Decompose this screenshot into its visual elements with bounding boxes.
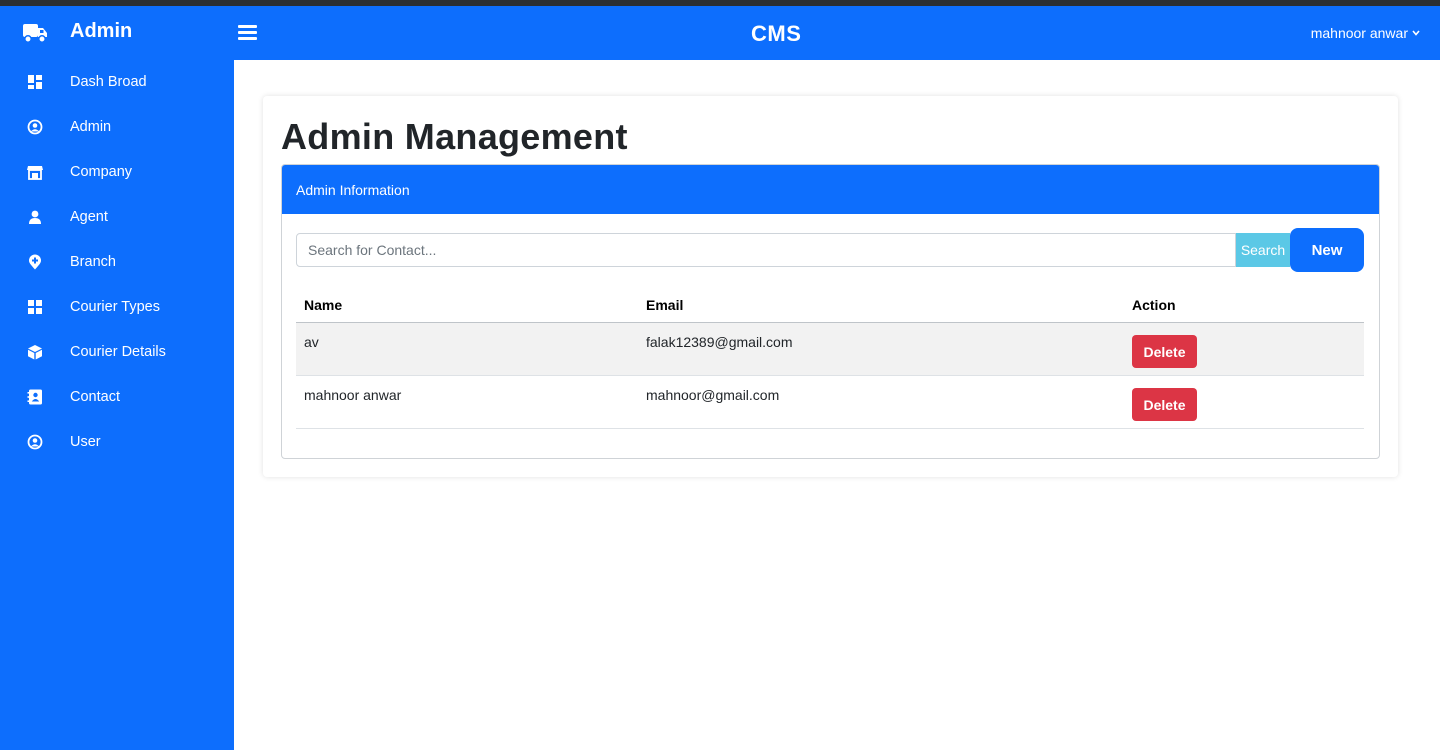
truck-icon [23, 24, 47, 43]
search-input[interactable] [296, 233, 1236, 267]
brand-name: Admin [70, 20, 133, 42]
page-title: Admin Management [281, 116, 628, 157]
main-card: Admin Management Admin Information Searc… [263, 96, 1398, 477]
sidebar: Admin Dash Broad Admin Company Agent Bra… [0, 6, 234, 750]
sidebar-item-label: Branch [70, 254, 116, 270]
cell-name: mahnoor anwar [304, 387, 402, 403]
table-row: av falak12389@gmail.com Delete [296, 323, 1364, 376]
column-header-name: Name [304, 297, 343, 313]
chevron-down-icon [1412, 30, 1420, 36]
sidebar-item-courier-types[interactable]: Courier Types [0, 285, 234, 330]
hamburger-menu-icon[interactable] [238, 25, 257, 40]
user-circle-icon [27, 119, 43, 135]
grid-icon [28, 300, 42, 314]
map-pin-plus-icon [29, 254, 41, 270]
app-title: CMS [751, 21, 802, 46]
user-menu[interactable]: mahnoor anwar [1311, 25, 1420, 41]
sidebar-item-label: User [70, 434, 101, 450]
store-icon [27, 166, 43, 180]
sidebar-item-label: Courier Details [70, 344, 166, 360]
sidebar-item-label: Dash Broad [70, 74, 147, 90]
admin-table: Name Email Action av falak12389@gmail.co… [296, 286, 1364, 429]
user-circle-icon [27, 434, 43, 450]
panel-header: Admin Information [282, 165, 1379, 214]
new-button[interactable]: New [1290, 228, 1364, 272]
contact-card-icon [27, 389, 42, 405]
table-header: Name Email Action [296, 286, 1364, 323]
sidebar-item-user[interactable]: User [0, 420, 234, 465]
column-header-action: Action [1132, 297, 1176, 313]
delete-button[interactable]: Delete [1132, 335, 1197, 368]
admin-info-panel: Admin Information Search New Name Email … [281, 164, 1380, 459]
brand[interactable]: Admin [0, 6, 234, 60]
sidebar-item-label: Admin [70, 119, 112, 135]
column-header-email: Email [646, 297, 684, 313]
panel-title: Admin Information [296, 182, 410, 198]
sidebar-item-label: Agent [70, 209, 108, 225]
sidebar-item-admin[interactable]: Admin [0, 105, 234, 150]
sidebar-item-agent[interactable]: Agent [0, 195, 234, 240]
search-button[interactable]: Search [1236, 233, 1290, 267]
table-row: mahnoor anwar mahnoor@gmail.com Delete [296, 376, 1364, 429]
sidebar-item-company[interactable]: Company [0, 150, 234, 195]
box-icon [28, 345, 42, 360]
delete-button[interactable]: Delete [1132, 388, 1197, 421]
user-name: mahnoor anwar [1310, 25, 1408, 41]
cell-email: falak12389@gmail.com [646, 334, 793, 350]
sidebar-item-dashboard[interactable]: Dash Broad [0, 60, 234, 105]
dashboard-icon [28, 75, 42, 89]
cell-name: av [304, 334, 319, 350]
sidebar-item-contact[interactable]: Contact [0, 375, 234, 420]
search-group [296, 233, 1236, 267]
person-icon [29, 210, 41, 224]
sidebar-item-label: Courier Types [70, 299, 160, 315]
sidebar-item-label: Company [70, 164, 133, 180]
sidebar-item-label: Contact [70, 389, 120, 405]
sidebar-item-courier-details[interactable]: Courier Details [0, 330, 234, 375]
cell-email: mahnoor@gmail.com [646, 387, 780, 403]
top-navbar: CMS mahnoor anwar [234, 6, 1440, 60]
sidebar-item-branch[interactable]: Branch [0, 240, 234, 285]
